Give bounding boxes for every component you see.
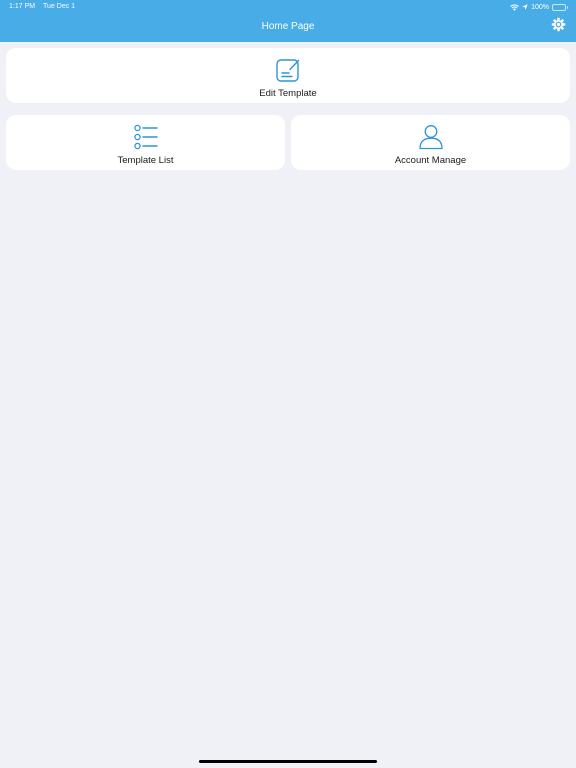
settings-button[interactable] [550,17,566,37]
person-icon [418,124,444,150]
status-date: Tue Dec 1 [43,3,76,10]
header: 1:17 PM Tue Dec 1 100% Home Page [0,0,576,42]
template-list-card[interactable]: Template List [6,115,285,170]
location-arrow-icon [522,4,528,10]
gear-icon [551,17,566,37]
account-manage-label: Account Manage [394,155,467,166]
status-time: 1:17 PM [9,3,36,10]
edit-template-label: Edit Template [259,88,317,99]
status-left: 1:17 PM Tue Dec 1 [9,3,75,10]
app-screen: 1:17 PM Tue Dec 1 100% Home Page Edit Te… [0,0,576,768]
edit-template-card[interactable]: Edit Template [6,48,570,103]
list-icon [133,124,159,150]
page-title: Home Page [261,21,315,32]
home-indicator[interactable] [199,760,377,763]
template-list-label: Template List [117,155,174,166]
battery-icon [552,3,568,11]
battery-percent: 100% [531,3,549,11]
account-manage-card[interactable]: Account Manage [291,115,570,170]
wifi-icon [510,4,519,11]
status-bar: 1:17 PM Tue Dec 1 100% [0,0,576,14]
status-right: 100% [510,2,568,12]
edit-note-icon [275,57,301,83]
